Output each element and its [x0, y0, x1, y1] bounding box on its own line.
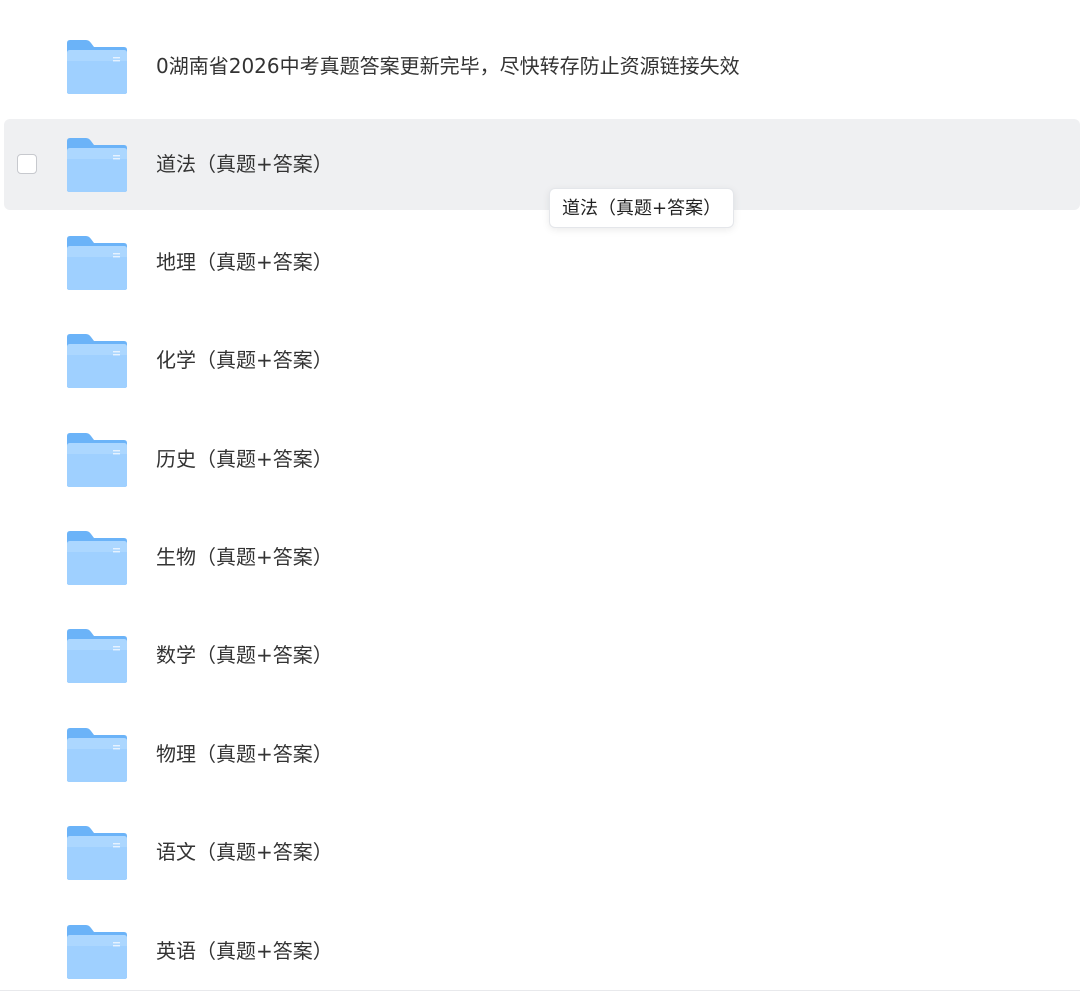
folder-icon [67, 334, 127, 388]
file-name[interactable]: 历史（真题+答案） [156, 414, 333, 505]
folder-icon [67, 629, 127, 683]
file-name[interactable]: 物理（真题+答案） [156, 709, 333, 800]
file-name[interactable]: 化学（真题+答案） [156, 315, 333, 406]
folder-icon [67, 728, 127, 782]
file-name[interactable]: 英语（真题+答案） [156, 906, 333, 997]
folder-icon [67, 826, 127, 880]
row-checkbox[interactable] [17, 154, 37, 174]
file-row[interactable]: 英语（真题+答案） [4, 906, 1080, 997]
file-name[interactable]: 语文（真题+答案） [156, 807, 333, 898]
file-name[interactable]: 0湖南省2026中考真题答案更新完毕，尽快转存防止资源链接失效 [156, 21, 740, 112]
file-row[interactable]: 物理（真题+答案） [4, 709, 1080, 800]
divider [0, 990, 1080, 991]
file-row[interactable]: 数学（真题+答案） [4, 610, 1080, 701]
filename-tooltip: 道法（真题+答案） [549, 188, 735, 228]
file-row[interactable]: 生物（真题+答案） [4, 512, 1080, 603]
file-row[interactable]: 语文（真题+答案） [4, 807, 1080, 898]
file-row[interactable]: 0湖南省2026中考真题答案更新完毕，尽快转存防止资源链接失效 [4, 21, 1080, 112]
file-row[interactable]: 化学（真题+答案） [4, 315, 1080, 406]
file-name[interactable]: 数学（真题+答案） [156, 610, 333, 701]
folder-icon [67, 40, 127, 94]
folder-icon [67, 433, 127, 487]
file-row[interactable]: 道法（真题+答案） [4, 119, 1080, 210]
folder-icon [67, 531, 127, 585]
file-name[interactable]: 道法（真题+答案） [156, 119, 333, 210]
file-name[interactable]: 生物（真题+答案） [156, 512, 333, 603]
file-row[interactable]: 地理（真题+答案） [4, 217, 1080, 308]
file-name[interactable]: 地理（真题+答案） [156, 217, 333, 308]
folder-icon [67, 925, 127, 979]
folder-icon [67, 236, 127, 290]
file-row[interactable]: 历史（真题+答案） [4, 414, 1080, 505]
folder-icon [67, 138, 127, 192]
